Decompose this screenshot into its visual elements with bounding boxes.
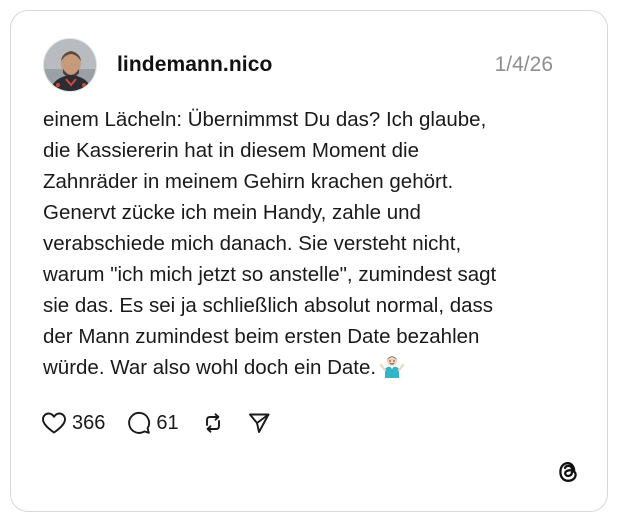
post-text: einem Lächeln: Übernimmst Du das? Ich gl…: [43, 108, 497, 379]
post-actions: 366 61: [41, 409, 293, 437]
share-button[interactable]: [247, 411, 271, 435]
like-button[interactable]: 366: [41, 411, 105, 435]
person-shrugging-emoji: [380, 354, 405, 387]
reply-button[interactable]: 61: [127, 411, 179, 435]
username[interactable]: lindemann.nico: [117, 53, 272, 77]
avatar[interactable]: [43, 38, 97, 92]
comment-icon: [127, 411, 151, 435]
send-icon: [247, 411, 271, 435]
post-date[interactable]: 1/4/26: [495, 53, 553, 77]
post-body: einem Lächeln: Übernimmst Du das? Ich gl…: [43, 104, 583, 387]
reply-count: 61: [156, 411, 179, 434]
threads-logo-icon[interactable]: [555, 459, 581, 485]
like-count: 366: [72, 411, 106, 434]
heart-icon: [41, 411, 67, 435]
post-card: lindemann.nico 1/4/26 einem Lächeln: Übe…: [10, 10, 608, 512]
repost-icon: [201, 411, 225, 435]
repost-button[interactable]: [201, 411, 225, 435]
